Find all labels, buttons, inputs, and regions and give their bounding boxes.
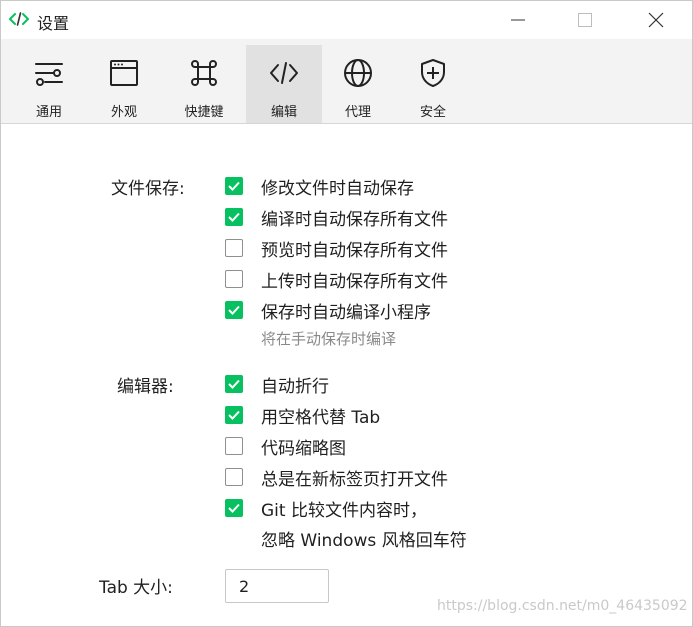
option-git-ignore-crlf[interactable]: Git 比较文件内容时， [225,496,427,521]
checkbox-unchecked[interactable] [225,239,243,257]
settings-window: 设置 通用 外观 快捷键 编辑 代理 安全 文件保存: 修改文件时自动保存 编译… [0,0,693,627]
tab-label: 代理 [344,105,371,120]
check-icon [228,379,240,389]
checkbox-checked[interactable] [225,375,243,393]
option-label: 上传时自动保存所有文件 [261,271,448,292]
tab-size-label: Tab 大小: [99,578,173,598]
checkbox-checked[interactable] [225,208,243,226]
option-label: Git 比较文件内容时， [261,500,427,521]
checkbox-checked[interactable] [225,301,243,319]
file-save-label: 文件保存: [111,179,185,199]
option-label: 总是在新标签页打开文件 [261,469,448,490]
tab-appearance[interactable]: 外观 [86,45,162,123]
tab-label: 快捷键 [184,105,224,120]
option-autosave-on-upload[interactable]: 上传时自动保存所有文件 [225,267,448,292]
option-spaces-for-tab[interactable]: 用空格代替 Tab [225,403,381,428]
option-word-wrap[interactable]: 自动折行 [225,372,329,397]
browser-window-icon [110,60,138,86]
minimize-button[interactable] [495,1,541,39]
tab-size-input[interactable] [225,569,329,603]
tab-label: 编辑 [270,105,297,120]
option-label: 编译时自动保存所有文件 [261,209,448,230]
tab-general[interactable]: 通用 [11,45,87,123]
maximize-icon [578,13,592,27]
tab-editor[interactable]: 编辑 [246,45,322,123]
checkbox-unchecked[interactable] [225,437,243,455]
minimize-icon [511,19,525,21]
command-key-icon [191,60,217,86]
shield-plus-icon [421,59,445,87]
tab-shortcuts[interactable]: 快捷键 [166,45,242,123]
check-icon [228,410,240,420]
code-icon [270,62,298,84]
tab-label: 安全 [419,105,446,120]
option-label: 用空格代替 Tab [261,407,381,428]
check-icon [228,181,240,191]
option-label: 修改文件时自动保存 [261,178,414,199]
title-bar: 设置 [1,1,692,39]
maximize-button[interactable] [562,1,608,39]
option-label: 保存时自动编译小程序 [261,302,431,323]
tab-label: 外观 [110,105,137,120]
option-autosave-on-compile[interactable]: 编译时自动保存所有文件 [225,205,448,230]
check-icon [228,503,240,513]
checkbox-checked[interactable] [225,177,243,195]
checkbox-checked[interactable] [225,499,243,517]
window-title: 设置 [37,14,70,33]
option-autosave-on-modify[interactable]: 修改文件时自动保存 [225,174,414,199]
option-open-in-new-tab[interactable]: 总是在新标签页打开文件 [225,465,448,490]
checkbox-unchecked[interactable] [225,468,243,486]
compile-hint: 将在手动保存时编译 [261,330,397,348]
close-icon [648,12,664,28]
editor-label: 编辑器: [117,377,174,397]
tab-label: 通用 [35,105,62,120]
option-autosave-on-preview[interactable]: 预览时自动保存所有文件 [225,236,448,261]
watermark: https://blog.csdn.net/m0_46435092 [437,598,688,614]
option-autocompile-on-save[interactable]: 保存时自动编译小程序 [225,298,431,323]
tab-security[interactable]: 安全 [395,45,471,123]
check-icon [228,212,240,222]
close-button[interactable] [633,1,679,39]
checkbox-checked[interactable] [225,406,243,424]
code-brackets-icon [9,12,29,26]
editor-settings-panel: 文件保存: 修改文件时自动保存 编译时自动保存所有文件 预览时自动保存所有文件 … [1,124,692,626]
sliders-icon [35,63,63,86]
checkbox-unchecked[interactable] [225,270,243,288]
settings-toolbar: 通用 外观 快捷键 编辑 代理 安全 [1,39,692,124]
check-icon [228,305,240,315]
option-minimap[interactable]: 代码缩略图 [225,434,346,459]
option-label: 代码缩略图 [261,438,346,459]
tab-proxy[interactable]: 代理 [320,45,396,123]
option-label-line2: 忽略 Windows 风格回车符 [261,531,467,551]
globe-icon [344,59,372,87]
option-label: 预览时自动保存所有文件 [261,240,448,261]
option-label: 自动折行 [261,376,329,397]
